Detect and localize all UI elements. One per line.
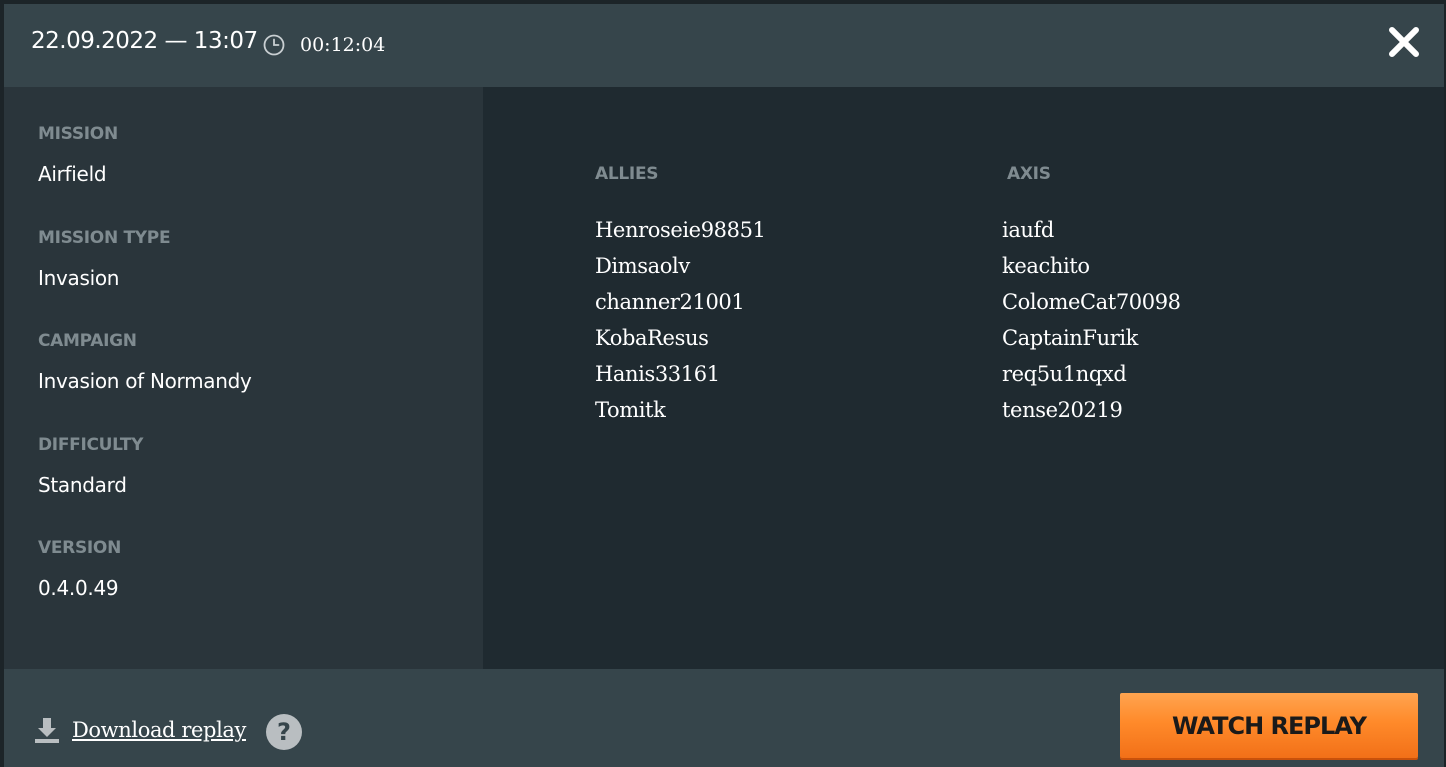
- watch-replay-button[interactable]: WATCH REPLAY: [1120, 693, 1418, 758]
- teams-panel: ALLIES Henroseie98851 Dimsaolv channer21…: [483, 87, 1444, 669]
- allies-title: ALLIES: [595, 164, 659, 184]
- player-name: keachito: [1002, 254, 1090, 278]
- allies-column: ALLIES Henroseie98851 Dimsaolv channer21…: [595, 164, 766, 428]
- match-duration: 00:12:04: [300, 34, 386, 56]
- difficulty-label: DIFFICULTY: [38, 435, 144, 455]
- player-name: Tomitk: [595, 398, 666, 422]
- mission-label: MISSION: [38, 124, 118, 144]
- campaign-value: Invasion of Normandy: [38, 369, 252, 393]
- axis-title: AXIS: [1007, 164, 1051, 184]
- mission-block: MISSION Airfield: [38, 124, 118, 186]
- campaign-label: CAMPAIGN: [38, 331, 137, 351]
- download-icon: [35, 718, 59, 743]
- player-name: req5u1nqxd: [1002, 362, 1127, 386]
- mission-type-value: Invasion: [38, 266, 120, 290]
- help-icon[interactable]: ?: [266, 714, 302, 750]
- modal-footer: Download replay ? WATCH REPLAY: [4, 669, 1444, 767]
- player-name: Hanis33161: [595, 362, 720, 386]
- player-name: KobaResus: [595, 326, 709, 350]
- replay-details-modal: 22.09.2022 — 13:07 00:12:04 MISSION Airf…: [4, 4, 1444, 767]
- player-name: Henroseie98851: [595, 218, 766, 242]
- allies-player-list: Henroseie98851 Dimsaolv channer21001 Kob…: [595, 212, 766, 428]
- player-name: channer21001: [595, 290, 745, 314]
- player-name: iaufd: [1002, 218, 1054, 242]
- mission-type-block: MISSION TYPE Invasion: [38, 228, 171, 290]
- player-name: Dimsaolv: [595, 254, 690, 278]
- mission-type-label: MISSION TYPE: [38, 228, 171, 248]
- version-label: VERSION: [38, 538, 122, 558]
- player-name: tense20219: [1002, 398, 1123, 422]
- version-value: 0.4.0.49: [38, 576, 119, 600]
- close-icon[interactable]: [1386, 24, 1422, 60]
- modal-header: 22.09.2022 — 13:07 00:12:04: [4, 4, 1444, 87]
- player-name: ColomeCat70098: [1002, 290, 1181, 314]
- mission-value: Airfield: [38, 162, 107, 186]
- match-info-panel: MISSION Airfield MISSION TYPE Invasion C…: [4, 87, 483, 669]
- difficulty-value: Standard: [38, 473, 127, 497]
- version-block: VERSION 0.4.0.49: [38, 538, 121, 600]
- campaign-block: CAMPAIGN Invasion of Normandy: [38, 331, 252, 393]
- axis-column: AXIS iaufd keachito ColomeCat70098 Capta…: [1002, 164, 1181, 428]
- player-name: CaptainFurik: [1002, 326, 1139, 350]
- difficulty-block: DIFFICULTY Standard: [38, 435, 144, 497]
- clock-icon: [263, 34, 285, 56]
- download-replay-label[interactable]: Download replay: [72, 718, 246, 742]
- match-datetime: 22.09.2022 — 13:07: [31, 28, 258, 54]
- axis-player-list: iaufd keachito ColomeCat70098 CaptainFur…: [1002, 212, 1181, 428]
- download-replay-link[interactable]: Download replay: [32, 712, 246, 748]
